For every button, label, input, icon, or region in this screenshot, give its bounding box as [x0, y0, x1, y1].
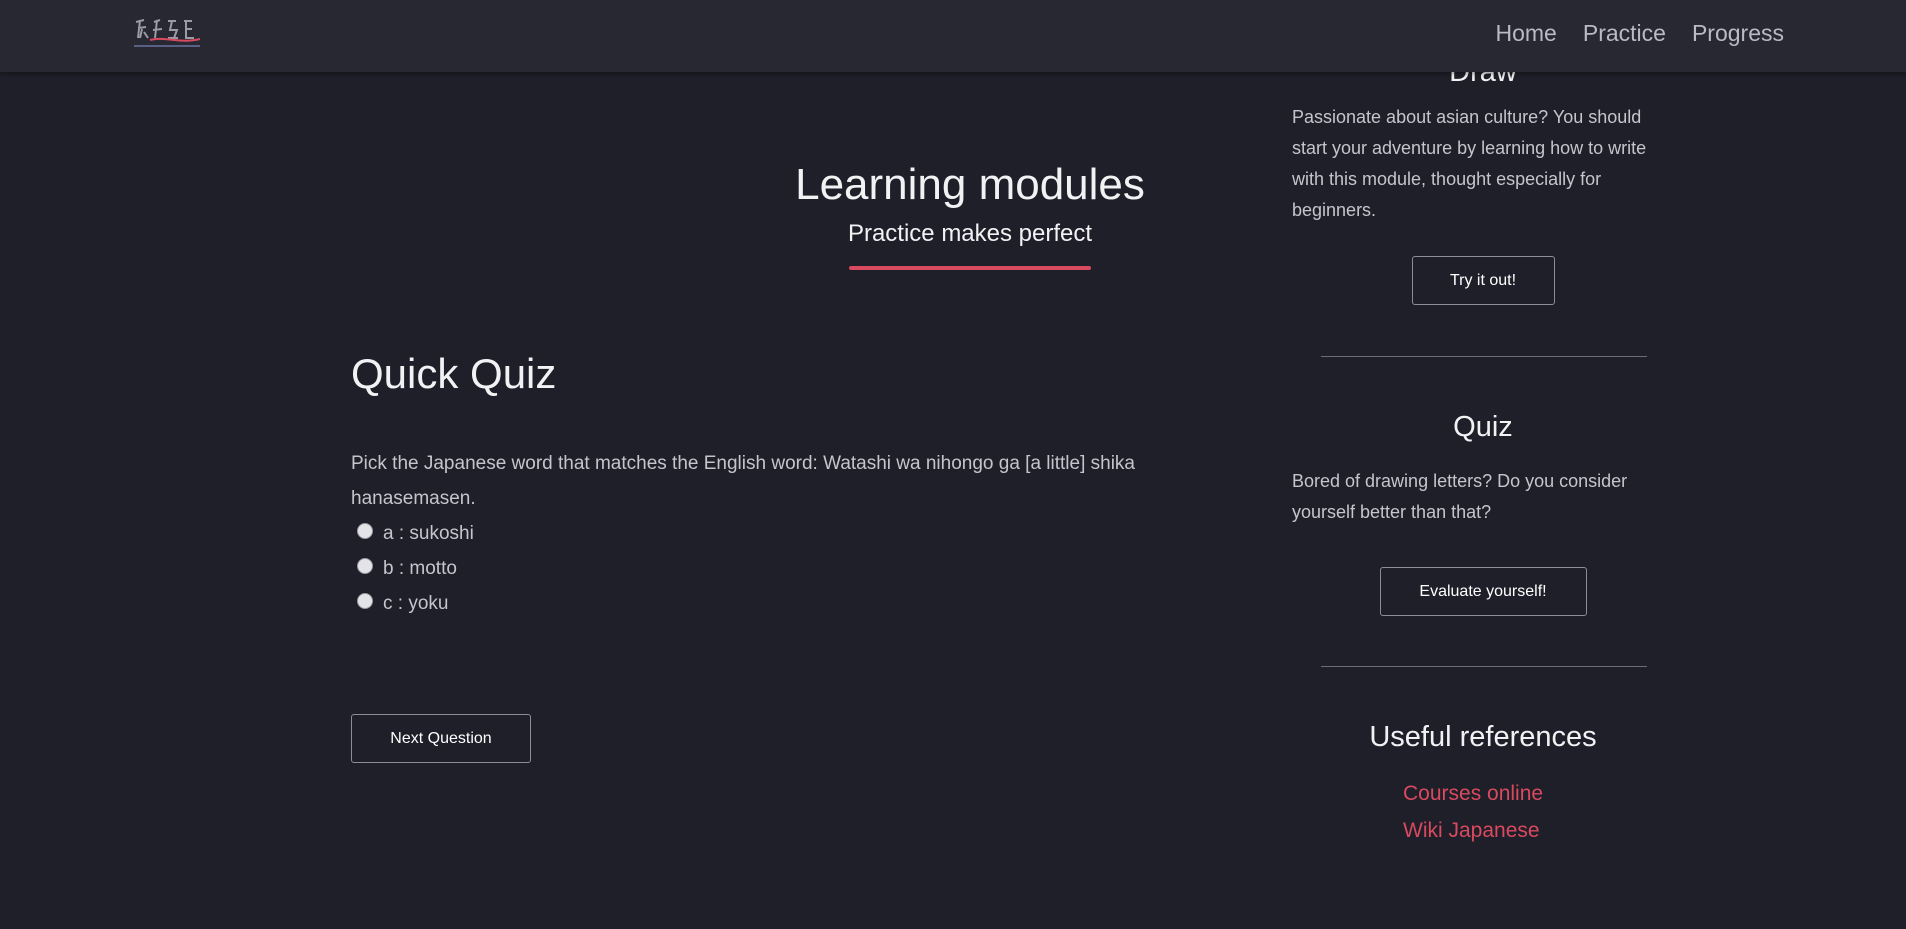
draw-description: Passionate about asian culture? You shou…	[1292, 107, 1647, 220]
next-question-button[interactable]: Next Question	[351, 714, 531, 763]
page-subtitle: Practice makes perfect	[847, 220, 1093, 247]
quiz-options: a : sukoshi b : motto c : yoku	[351, 516, 1171, 621]
site-logo[interactable]	[130, 12, 206, 54]
nav-progress-link[interactable]: Progress	[1692, 20, 1784, 47]
nav-home-link[interactable]: Home	[1496, 20, 1557, 47]
try-it-out-button[interactable]: Try it out!	[1411, 256, 1555, 305]
references-title: Useful references	[1369, 721, 1597, 753]
nav-practice-link[interactable]: Practice	[1583, 20, 1666, 47]
quick-quiz: Quick Quiz Pick the Japanese word that m…	[351, 350, 1171, 621]
quiz-question: Pick the Japanese word that matches the …	[351, 453, 1136, 509]
quiz-option-c[interactable]: c : yoku	[351, 586, 1171, 621]
quiz-module: Quiz Bored of drawing letters? Do you co…	[1292, 411, 1674, 616]
hero-section: Learning modules Practice makes perfect	[760, 160, 1180, 270]
courses-online-link[interactable]: Courses online	[1403, 782, 1674, 819]
radio-button-b[interactable]	[357, 557, 373, 574]
sidebar-divider	[1321, 666, 1647, 667]
quiz-module-title: Quiz	[1453, 411, 1513, 443]
draw-module: Draw Passionate about asian culture? You…	[1292, 56, 1674, 305]
nav-links: Home Practice Progress	[1496, 20, 1785, 47]
quiz-option-a[interactable]: a : sukoshi	[351, 516, 1171, 551]
title-underline	[849, 266, 1091, 270]
option-b-label: b : motto	[383, 557, 457, 579]
page-title: Learning modules	[795, 160, 1145, 209]
sidebar-divider	[1321, 356, 1647, 357]
quiz-title: Quick Quiz	[351, 350, 557, 397]
option-c-label: c : yoku	[383, 592, 449, 614]
option-a-label: a : sukoshi	[383, 522, 474, 544]
references-module: Useful references Courses online Wiki Ja…	[1292, 721, 1674, 843]
navbar: Home Practice Progress	[0, 0, 1906, 72]
evaluate-yourself-button[interactable]: Evaluate yourself!	[1379, 567, 1587, 616]
page: Home Practice Progress Learning modules …	[0, 0, 1906, 929]
wiki-japanese-link[interactable]: Wiki Japanese	[1403, 819, 1674, 843]
radio-button-a[interactable]	[357, 522, 373, 539]
quiz-option-b[interactable]: b : motto	[351, 551, 1171, 586]
radio-button-c[interactable]	[357, 592, 373, 609]
quiz-module-description: Bored of drawing letters? Do you conside…	[1292, 471, 1628, 522]
sidebar: Draw Passionate about asian culture? You…	[1292, 56, 1674, 843]
